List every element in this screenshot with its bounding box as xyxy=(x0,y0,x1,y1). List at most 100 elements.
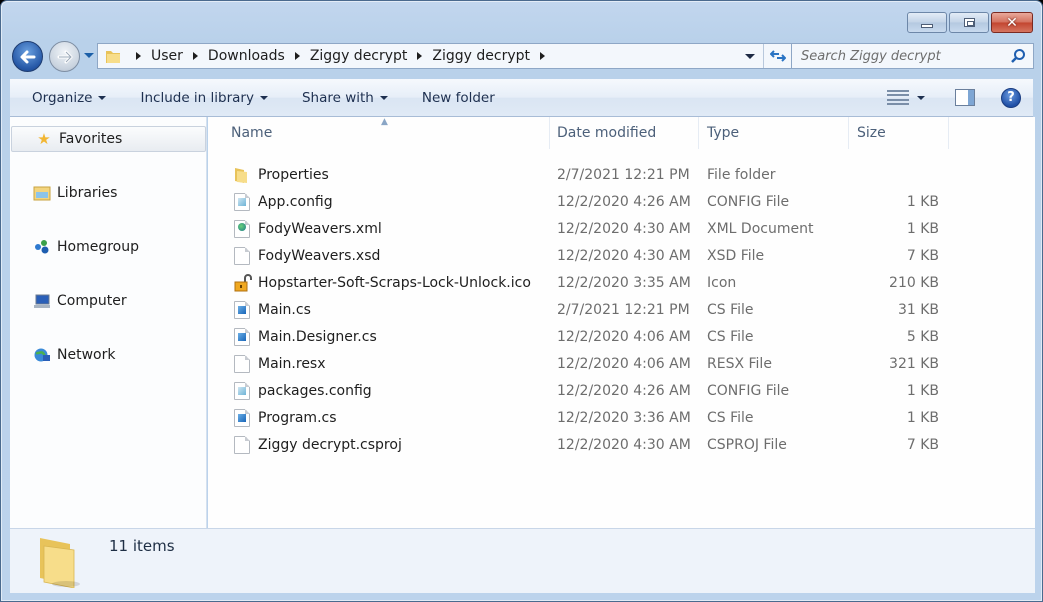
file-name: Main.cs xyxy=(258,301,311,318)
file-row[interactable]: Main.cs 2/7/2021 12:21 PM CS File 31 KB xyxy=(208,296,1035,323)
address-bar[interactable]: User Downloads Ziggy decrypt Ziggy decry… xyxy=(97,43,792,69)
file-row[interactable]: Ziggy decrypt.csproj 12/2/2020 4:30 AM CSP… xyxy=(208,431,1035,458)
back-button[interactable] xyxy=(12,41,43,72)
close-button[interactable]: ✕ xyxy=(991,12,1033,33)
file-type: CS File xyxy=(707,409,754,426)
sidebar-item-libraries[interactable]: Libraries xyxy=(10,180,205,206)
include-in-library-button[interactable]: Include in library xyxy=(128,84,279,112)
file-date-modified: 12/2/2020 4:26 AM xyxy=(557,193,691,210)
refresh-icon xyxy=(769,50,786,62)
file-date-modified: 12/2/2020 4:26 AM xyxy=(557,382,691,399)
chevron-down-icon xyxy=(98,95,107,100)
file-size: 321 KB xyxy=(889,355,939,372)
explorer-window: ✕ User Downloads Ziggy decrypt Ziggy dec… xyxy=(0,0,1043,602)
breadcrumb-separator-icon[interactable] xyxy=(136,52,141,60)
file-type: CONFIG File xyxy=(707,382,790,399)
file-row[interactable]: Program.cs 12/2/2020 3:36 AM CS File 1 KB xyxy=(208,404,1035,431)
preview-pane-icon[interactable] xyxy=(955,89,975,106)
cs-file-icon xyxy=(234,300,250,319)
file-name-cell: Hopstarter-Soft-Scraps-Lock-Unlock.ico xyxy=(234,273,531,292)
file-type: CS File xyxy=(707,301,754,318)
file-name-cell: Properties xyxy=(234,166,329,184)
file-name: packages.config xyxy=(258,382,372,399)
file-size: 31 KB xyxy=(897,301,939,318)
column-label: Name xyxy=(231,125,273,141)
breadcrumb-item[interactable]: Ziggy decrypt xyxy=(432,48,530,64)
sidebar-item-label: Network xyxy=(57,347,116,363)
file-list: Name ▲ Date modified Type Size Propertie… xyxy=(208,117,1035,528)
cs-file-icon xyxy=(234,327,250,346)
file-name-cell: Program.cs xyxy=(234,408,337,427)
file-type: CS File xyxy=(707,328,754,345)
file-name-cell: Main.resx xyxy=(234,354,326,373)
file-rows: Properties 2/7/2021 12:21 PM File folder Ap… xyxy=(208,161,1035,458)
file-date-modified: 12/2/2020 4:30 AM xyxy=(557,436,691,453)
sidebar-item-label: Favorites xyxy=(59,131,123,147)
file-row[interactable]: packages.config 12/2/2020 4:26 AM CONFIG F… xyxy=(208,377,1035,404)
change-view-icon[interactable] xyxy=(887,89,909,106)
address-history-dropdown[interactable] xyxy=(745,53,755,59)
sidebar-item-network[interactable]: Network xyxy=(10,342,205,368)
sidebar-item-favorites[interactable]: ★ Favorites xyxy=(11,126,206,152)
close-icon: ✕ xyxy=(1006,14,1018,31)
sort-ascending-icon: ▲ xyxy=(381,117,388,127)
column-label: Size xyxy=(857,125,886,141)
breadcrumb-separator-icon[interactable] xyxy=(417,52,423,60)
file-date-modified: 12/2/2020 4:06 AM xyxy=(557,355,691,372)
column-header-date-modified[interactable]: Date modified xyxy=(549,117,699,149)
file-size: 5 KB xyxy=(906,328,939,345)
chevron-down-icon xyxy=(259,95,268,100)
file-row[interactable]: FodyWeavers.xsd 12/2/2020 4:30 AM XSD File… xyxy=(208,242,1035,269)
breadcrumb-separator-icon[interactable] xyxy=(540,52,546,60)
new-folder-button[interactable]: New folder xyxy=(410,84,507,112)
breadcrumb-separator-icon[interactable] xyxy=(294,52,300,60)
new-folder-label: New folder xyxy=(421,89,495,106)
refresh-button[interactable] xyxy=(763,44,791,68)
file-size: 1 KB xyxy=(906,220,939,237)
file-row[interactable]: Hopstarter-Soft-Scraps-Lock-Unlock.ico 12… xyxy=(208,269,1035,296)
blank-file-icon xyxy=(234,435,250,454)
breadcrumb-item[interactable]: Ziggy decrypt xyxy=(310,48,408,64)
column-header-row: Name ▲ Date modified Type Size xyxy=(208,117,1035,149)
recent-pages-dropdown[interactable] xyxy=(84,53,94,58)
sidebar-item-label: Computer xyxy=(57,293,127,309)
breadcrumb-item[interactable]: Downloads xyxy=(208,48,285,64)
details-pane: 11 items xyxy=(10,528,1035,593)
file-row[interactable]: FodyWeavers.xml 12/2/2020 4:30 AM XML Docu… xyxy=(208,215,1035,242)
sidebar-item-computer[interactable]: Computer xyxy=(10,288,205,314)
maximize-button[interactable] xyxy=(949,12,989,33)
breadcrumb-item[interactable]: User xyxy=(151,48,183,64)
blank-file-icon xyxy=(234,354,250,373)
file-size: 1 KB xyxy=(906,193,939,210)
command-bar: Organize Include in library Share with N… xyxy=(10,79,1033,117)
folder-icon xyxy=(234,166,250,184)
file-size: 210 KB xyxy=(889,274,939,291)
file-type: CSPROJ File xyxy=(707,436,787,453)
navigation-pane: ★ Favorites Libraries Homegroup Computer xyxy=(10,117,207,528)
file-name-cell: Main.cs xyxy=(234,300,311,319)
file-type: File folder xyxy=(707,166,776,183)
organize-button[interactable]: Organize xyxy=(20,84,118,112)
minimize-button[interactable] xyxy=(907,12,947,33)
sidebar-item-homegroup[interactable]: Homegroup xyxy=(10,234,205,260)
help-icon[interactable]: ? xyxy=(1001,87,1021,108)
search-icon[interactable] xyxy=(1007,45,1029,67)
item-count: 11 items xyxy=(109,537,175,555)
share-with-button[interactable]: Share with xyxy=(290,84,400,112)
file-date-modified: 12/2/2020 4:06 AM xyxy=(557,328,691,345)
file-date-modified: 12/2/2020 4:30 AM xyxy=(557,247,691,264)
file-row[interactable]: App.config 12/2/2020 4:26 AM CONFIG File 1 … xyxy=(208,188,1035,215)
forward-button[interactable] xyxy=(49,41,80,72)
search-input[interactable] xyxy=(801,48,1007,64)
file-row[interactable]: Properties 2/7/2021 12:21 PM File folder xyxy=(208,161,1035,188)
config-file-icon xyxy=(234,381,250,400)
file-row[interactable]: Main.resx 12/2/2020 4:06 AM RESX File 321 K… xyxy=(208,350,1035,377)
file-date-modified: 12/2/2020 3:36 AM xyxy=(557,409,691,426)
view-options-dropdown[interactable] xyxy=(917,95,925,100)
star-icon: ★ xyxy=(37,130,51,148)
file-size: 1 KB xyxy=(906,409,939,426)
file-row[interactable]: Main.Designer.cs 12/2/2020 4:06 AM CS File… xyxy=(208,323,1035,350)
column-header-size[interactable]: Size xyxy=(849,117,949,149)
breadcrumb-separator-icon[interactable] xyxy=(192,52,198,60)
column-header-type[interactable]: Type xyxy=(699,117,849,149)
